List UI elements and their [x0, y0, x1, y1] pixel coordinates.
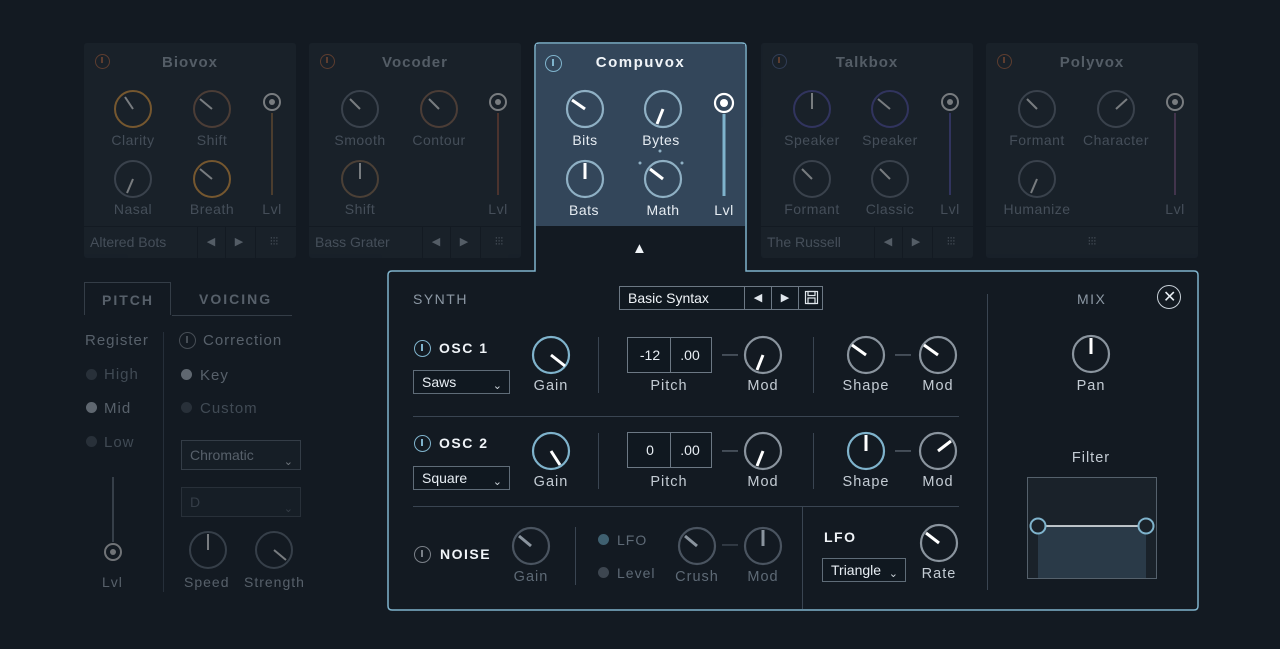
osc1-mod2-label: Mod [922, 378, 954, 394]
osc2-mod2-label: Mod [922, 474, 954, 490]
osc2-gain-label: Gain [533, 474, 569, 490]
noise-mod-label: Mod [747, 569, 779, 585]
filter-low-handle[interactable] [1029, 517, 1047, 535]
pan-label: Pan [1076, 378, 1106, 394]
osc2-pitch-label: Pitch [650, 474, 688, 490]
osc1-shape-label: Shape [842, 378, 890, 394]
filter-graph[interactable] [1027, 477, 1157, 579]
noise-gain-label: Gain [513, 569, 549, 585]
osc1-pitch-label: Pitch [650, 378, 688, 394]
osc1-mod-label: Mod [747, 378, 779, 394]
osc2-mod-label: Mod [747, 474, 779, 490]
filter-high-handle[interactable] [1137, 517, 1155, 535]
osc2-shape-label: Shape [842, 474, 890, 490]
crush-label: Crush [675, 569, 719, 585]
filter-label: Filter [1071, 450, 1111, 466]
rate-label: Rate [921, 566, 957, 582]
osc1-gain-label: Gain [533, 378, 569, 394]
